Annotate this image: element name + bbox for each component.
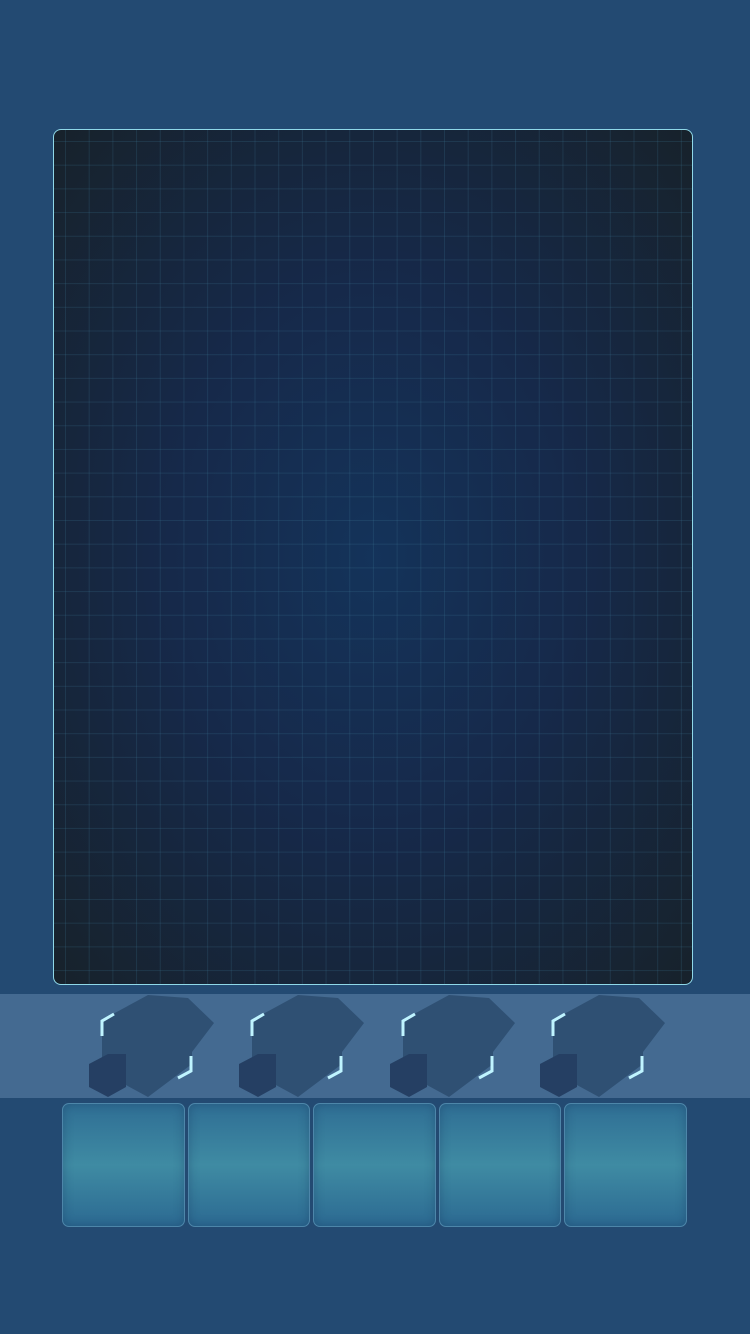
- action-cell-3[interactable]: [313, 1103, 436, 1227]
- piece-slot-1[interactable]: [86, 994, 226, 1098]
- hex-piece-icon: [239, 995, 364, 1097]
- piece-tray: [0, 994, 750, 1098]
- game-board[interactable]: [53, 129, 693, 985]
- action-cell-5[interactable]: [564, 1103, 687, 1227]
- piece-slot-3[interactable]: [387, 994, 527, 1098]
- piece-slot-4[interactable]: [537, 994, 677, 1098]
- hex-piece-icon: [89, 995, 214, 1097]
- action-cell-4[interactable]: [438, 1103, 562, 1227]
- action-cell-1[interactable]: [62, 1103, 185, 1227]
- action-bar: [62, 1103, 687, 1227]
- action-cell-2[interactable]: [187, 1103, 311, 1227]
- hex-piece-icon: [540, 995, 665, 1097]
- piece-slot-2[interactable]: [236, 994, 376, 1098]
- hex-piece-icon: [390, 995, 515, 1097]
